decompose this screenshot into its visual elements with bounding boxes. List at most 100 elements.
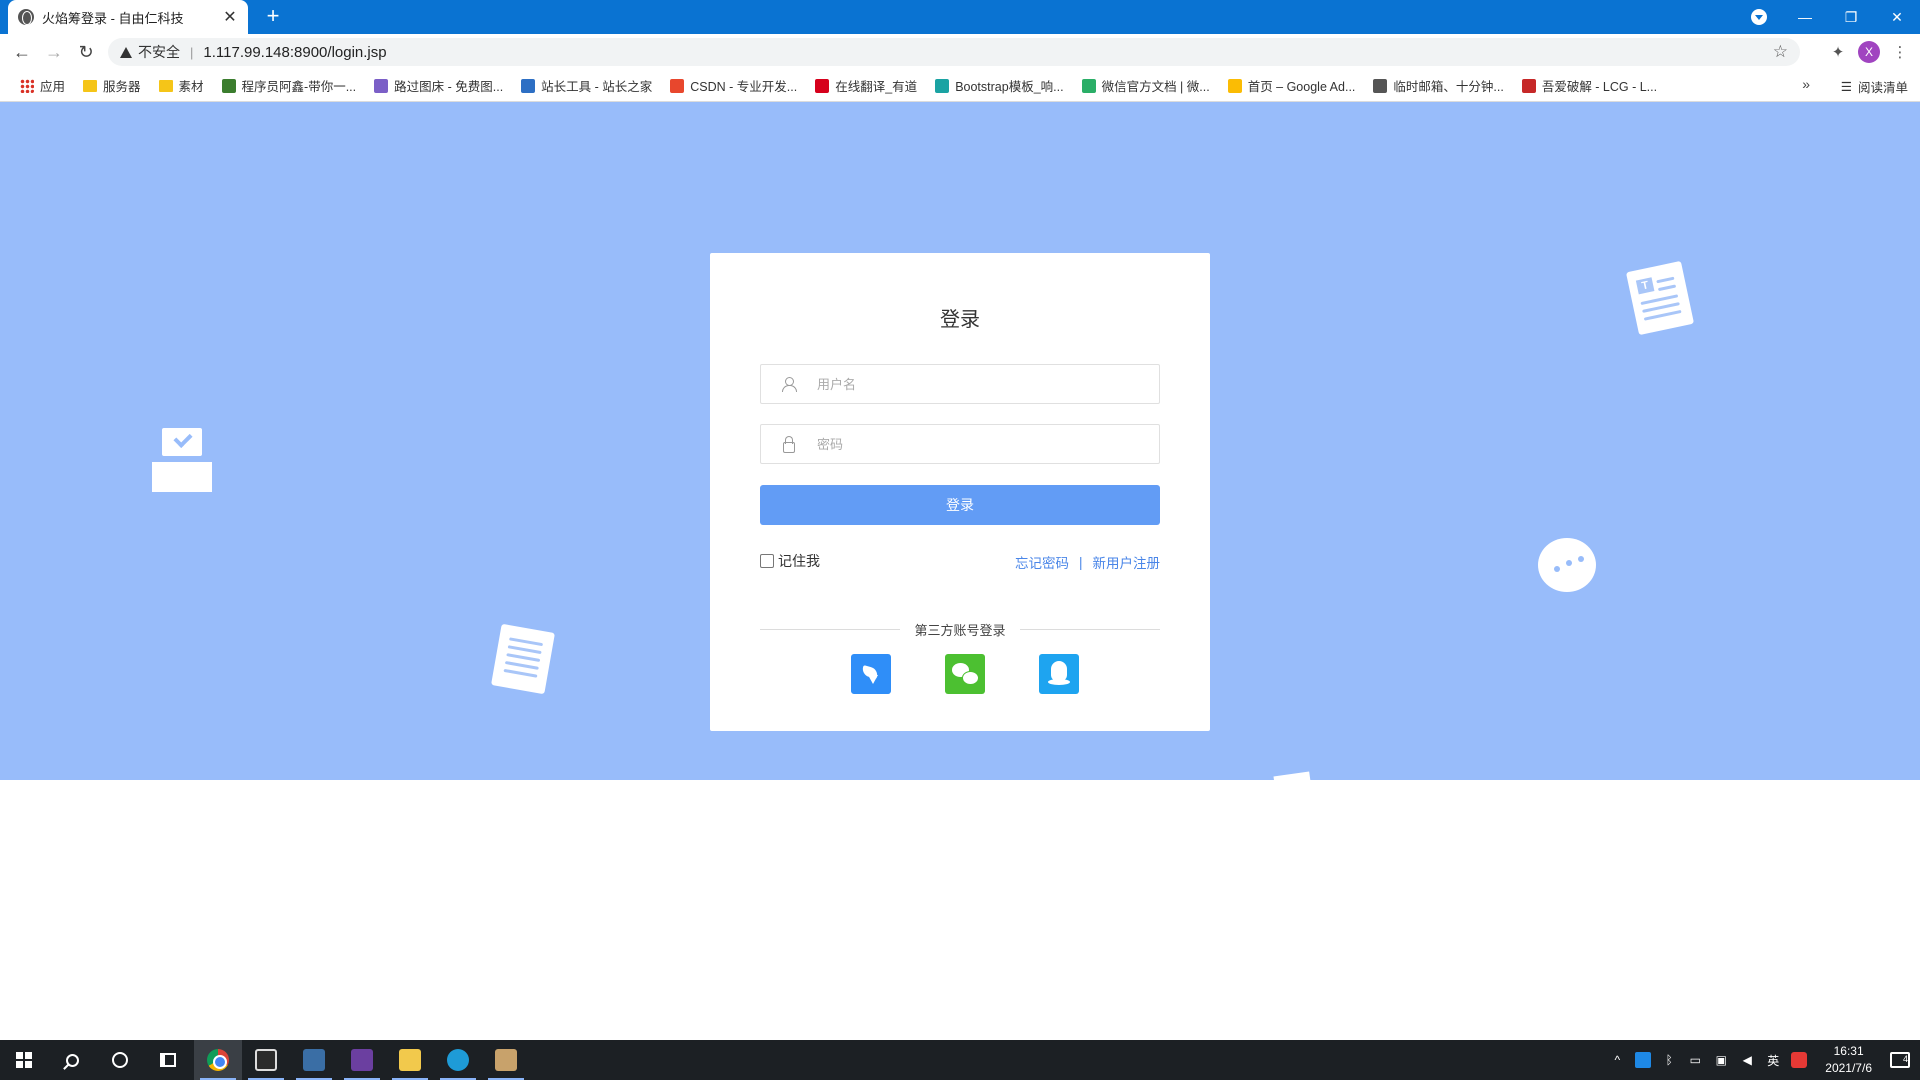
bookmark-item[interactable]: 服务器: [75, 73, 149, 99]
cortana-icon: [112, 1052, 128, 1068]
close-window-button[interactable]: ✕: [1874, 0, 1920, 34]
site-icon: [1521, 78, 1536, 93]
system-tray: ^ ᛒ ▭ ▣ ◀ 英 16:31 2021/7/6 4: [1609, 1040, 1920, 1080]
dingtalk-login-button[interactable]: [851, 654, 891, 694]
bookmark-label: 微信官方文档 | 微...: [1101, 80, 1210, 94]
bookmark-item[interactable]: 应用: [12, 73, 73, 99]
reload-button[interactable]: ↻: [70, 36, 102, 68]
site-icon: [935, 78, 950, 93]
reading-list-button[interactable]: ☰ 阅读清单: [1841, 70, 1908, 102]
bookmark-label: 路过图床 - 免费图...: [394, 80, 504, 94]
bookmark-label: CSDN - 专业开发...: [690, 80, 798, 94]
bookmark-item[interactable]: 路过图床 - 免费图...: [366, 73, 511, 99]
search-button[interactable]: [48, 1040, 96, 1080]
tray-expand-icon[interactable]: ^: [1609, 1052, 1625, 1068]
taskbar-edge[interactable]: [434, 1040, 482, 1080]
folder-icon: [158, 79, 173, 92]
taskbar-app-4[interactable]: [338, 1040, 386, 1080]
account-links: 忘记密码 | 新用户注册: [1015, 552, 1160, 572]
bookmark-item[interactable]: 程序员阿鑫-带你一...: [214, 73, 365, 99]
username-field[interactable]: [760, 364, 1160, 404]
bookmark-label: 吾爱破解 - LCG - L...: [1541, 80, 1658, 94]
chrome-icon: [207, 1049, 229, 1071]
tab-close-icon[interactable]: ✕: [222, 7, 238, 27]
profile-dropdown-button[interactable]: [1736, 0, 1782, 34]
forgot-password-link[interactable]: 忘记密码: [1015, 552, 1069, 572]
user-icon: [782, 377, 797, 392]
url-text: 1.117.99.148:8900/login.jsp: [203, 43, 387, 61]
reading-list-label: 阅读清单: [1857, 80, 1908, 95]
qq-login-button[interactable]: [1039, 654, 1079, 694]
bookmark-item[interactable]: 素材: [151, 73, 212, 99]
login-button[interactable]: 登录: [760, 485, 1160, 525]
edge-icon: [447, 1049, 469, 1071]
wechat-login-button[interactable]: [945, 654, 985, 694]
remember-me-label: 记住我: [778, 553, 820, 569]
windows-taskbar: ^ ᛒ ▭ ▣ ◀ 英 16:31 2021/7/6 4: [0, 1040, 1920, 1080]
battery-icon[interactable]: ▭: [1687, 1052, 1703, 1068]
site-icon: [670, 78, 685, 93]
bookmark-item[interactable]: 微信官方文档 | 微...: [1074, 73, 1218, 99]
file-explorer-icon: [399, 1049, 421, 1071]
qq-icon: [1048, 661, 1070, 687]
network-icon[interactable]: ▣: [1713, 1052, 1729, 1068]
new-tab-button[interactable]: +: [260, 4, 286, 30]
folder-icon: [83, 79, 98, 92]
login-card: 登录 登录 记住我 忘记密码 | 新用户注册 第三方账号登录: [710, 253, 1210, 731]
bookmark-label: 素材: [178, 80, 204, 94]
taskbar-explorer[interactable]: [386, 1040, 434, 1080]
bookmarks-bar: 应用 服务器 素材 程序员阿鑫-带你一... 路过图床 - 免费图... 站长工具 - 站…: [0, 70, 1920, 102]
bookmark-item[interactable]: 首页 – Google Ad...: [1220, 73, 1364, 99]
image-app-icon: [495, 1049, 517, 1071]
profile-avatar[interactable]: X: [1858, 41, 1880, 63]
globe-icon: [18, 9, 34, 25]
input-language-indicator[interactable]: 英: [1765, 1052, 1781, 1068]
search-icon: [65, 1053, 79, 1067]
bookmark-star-icon[interactable]: ☆: [1773, 42, 1788, 62]
back-button[interactable]: ←: [6, 36, 38, 68]
notification-center-icon[interactable]: 4: [1890, 1052, 1910, 1068]
taskbar-app-2[interactable]: [242, 1040, 290, 1080]
bookmark-label: 临时邮箱、十分钟...: [1393, 80, 1504, 94]
bluetooth-icon[interactable]: ᛒ: [1661, 1052, 1677, 1068]
bookmark-item[interactable]: 在线翻译_有道: [807, 73, 925, 99]
bookmark-item[interactable]: CSDN - 专业开发...: [662, 73, 805, 99]
browser-tab-active[interactable]: 火焰筹登录 - 自由仁科技 ✕: [8, 0, 248, 34]
start-button[interactable]: [0, 1040, 48, 1080]
bookmark-label: 程序员阿鑫-带你一...: [241, 80, 357, 94]
bookmarks-overflow-button[interactable]: »: [1802, 76, 1810, 92]
restore-button[interactable]: ❐: [1828, 0, 1874, 34]
password-input[interactable]: [817, 425, 1159, 463]
remember-me-checkbox[interactable]: [760, 554, 774, 568]
menu-kebab-icon[interactable]: ⋮: [1886, 38, 1914, 66]
remember-me[interactable]: 记住我: [760, 551, 820, 571]
ime-icon[interactable]: [1791, 1052, 1808, 1068]
address-bar[interactable]: 不安全 | 1.117.99.148:8900/login.jsp ☆: [108, 38, 1800, 66]
paper-decoration-icon: [1273, 771, 1311, 780]
tray-app-icon[interactable]: [1635, 1052, 1652, 1068]
bookmark-item[interactable]: 临时邮箱、十分钟...: [1365, 73, 1511, 99]
bookmark-label: 服务器: [103, 80, 141, 94]
taskbar-app-3[interactable]: [290, 1040, 338, 1080]
taskbar-app-7[interactable]: [482, 1040, 530, 1080]
bookmark-item[interactable]: Bootstrap模板_响...: [927, 73, 1071, 99]
forward-button[interactable]: →: [38, 36, 70, 68]
password-field[interactable]: [760, 424, 1160, 464]
bookmark-item[interactable]: 吾爱破解 - LCG - L...: [1514, 73, 1665, 99]
browser-toolbar: ← → ↻ 不安全 | 1.117.99.148:8900/login.jsp …: [0, 34, 1920, 70]
username-input[interactable]: [817, 365, 1159, 403]
minimize-button[interactable]: —: [1782, 0, 1828, 34]
task-view-icon: [160, 1053, 176, 1067]
wechat-icon: [952, 663, 979, 685]
register-link[interactable]: 新用户注册: [1093, 552, 1161, 572]
site-icon: [1081, 78, 1096, 93]
volume-icon[interactable]: ◀: [1739, 1052, 1755, 1068]
bookmark-item[interactable]: 站长工具 - 站长之家: [513, 73, 660, 99]
extensions-puzzle-icon[interactable]: ✦: [1824, 38, 1852, 66]
clock[interactable]: 16:31 2021/7/6: [1817, 1043, 1880, 1077]
third-party-divider: 第三方账号登录: [760, 619, 1160, 639]
cortana-button[interactable]: [96, 1040, 144, 1080]
reading-list-icon: ☰: [1840, 79, 1852, 94]
taskbar-chrome[interactable]: [194, 1040, 242, 1080]
task-view-button[interactable]: [144, 1040, 192, 1080]
